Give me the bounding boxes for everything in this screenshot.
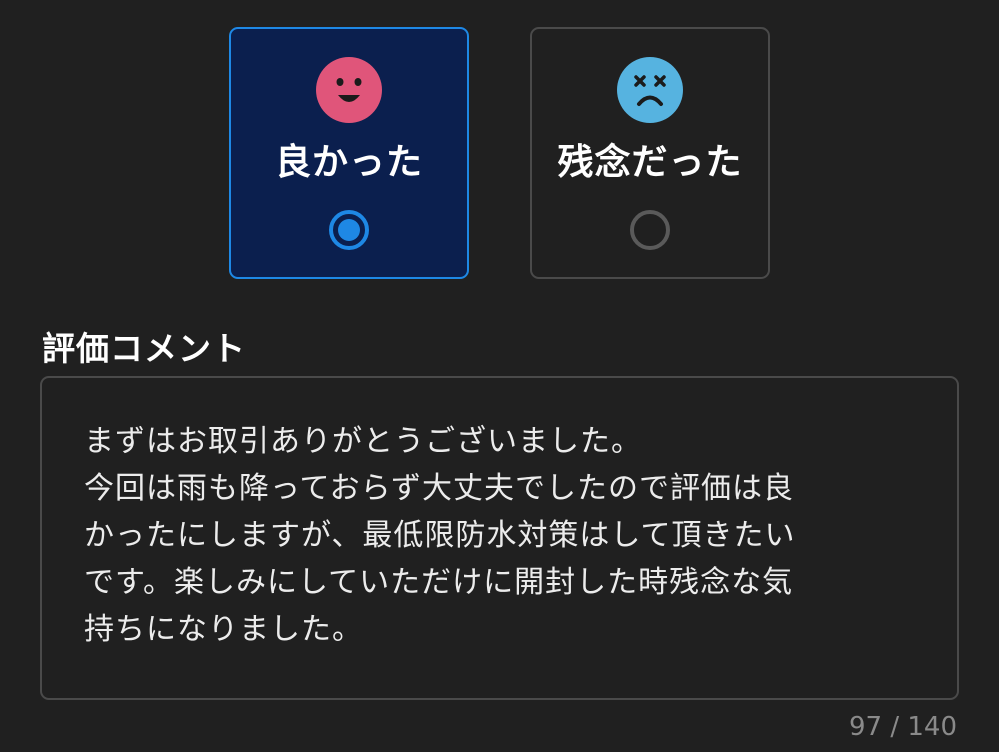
rating-screen: 良かった 残念だった 評価コメント まずはお取引ありがとうございました。 今回は… xyxy=(0,0,999,752)
rating-option-good[interactable]: 良かった xyxy=(229,27,469,279)
comment-line: かったにしますが、最低限防水対策はして頂きたい xyxy=(84,518,796,553)
comment-textarea[interactable]: まずはお取引ありがとうございました。 今回は雨も降っておらず大丈夫でしたので評価… xyxy=(40,376,959,700)
comment-line: 持ちになりました。 xyxy=(84,612,363,647)
comment-section-title: 評価コメント xyxy=(42,329,246,368)
comment-text: まずはお取引ありがとうございました。 今回は雨も降っておらず大丈夫でしたので評価… xyxy=(84,418,924,653)
radio-good-selected[interactable] xyxy=(328,209,370,251)
rating-label-good: 良かった xyxy=(274,142,423,183)
dizzy-face-icon xyxy=(617,57,683,123)
comment-line: 今回は雨も降っておらず大丈夫でしたので評価は良 xyxy=(84,471,794,506)
comment-line: です。楽しみにしていただけに開封した時残念な気 xyxy=(84,565,794,600)
smiley-face-icon xyxy=(316,57,382,123)
rating-label-bad: 残念だった xyxy=(557,142,743,183)
radio-bad-unselected[interactable] xyxy=(629,209,671,251)
rating-option-bad[interactable]: 残念だった xyxy=(530,27,770,279)
character-counter: 97 / 140 xyxy=(849,712,957,742)
comment-line: まずはお取引ありがとうございました。 xyxy=(84,424,642,459)
